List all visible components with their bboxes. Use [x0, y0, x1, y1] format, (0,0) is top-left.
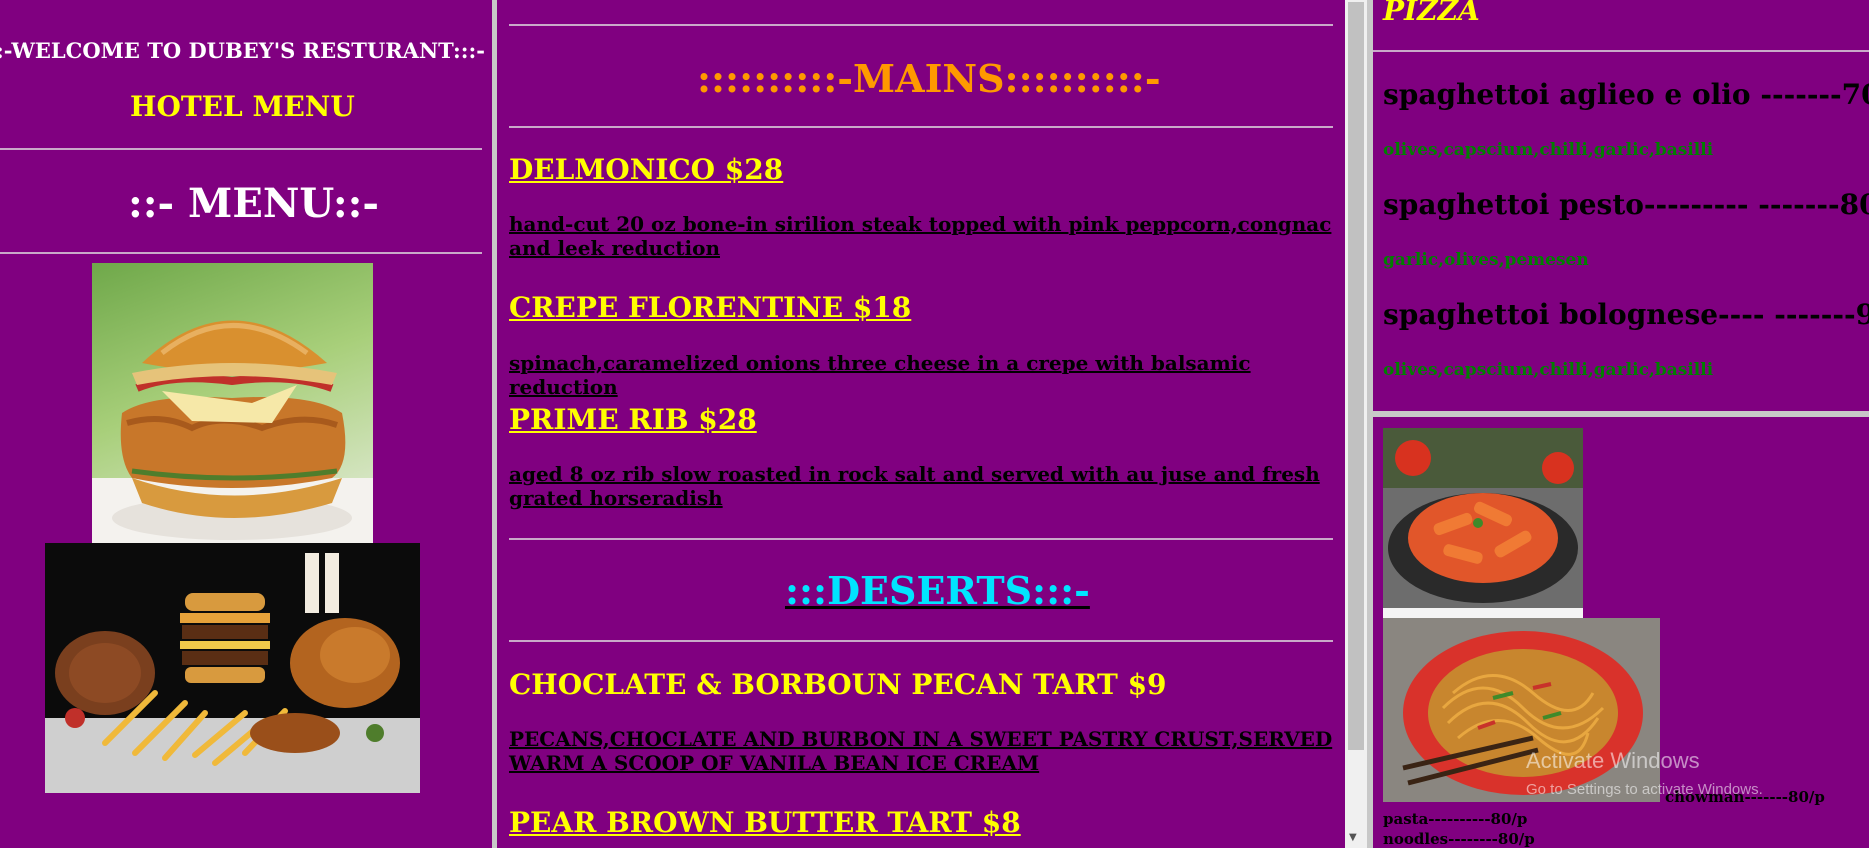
price-line: noodles--------80/p [1383, 830, 1535, 848]
menu-heading: ::- MENU::- [128, 180, 379, 227]
deserts-heading: :::DESERTS:::- [785, 568, 1090, 613]
chicken-burger-image [92, 263, 373, 543]
penne-pasta-illustration [1383, 428, 1583, 618]
noodles-image [1383, 618, 1660, 802]
activate-windows-hint: Go to Settings to activate Windows. [1526, 781, 1763, 798]
dish-title: PRIME RIB $28 [509, 403, 757, 436]
divider [509, 126, 1333, 128]
activate-windows-watermark: Activate Windows [1526, 748, 1700, 773]
pizza-heading: PIZZA [1383, 0, 1480, 27]
chicken-burger-illustration [92, 320, 373, 543]
divider [1373, 50, 1869, 52]
welcome-text: :-WELCOME TO DUBEY'S RESTURANT:::- [0, 38, 486, 63]
frame-divider[interactable] [1373, 411, 1869, 417]
pasta-ingredients: olives,capscium,chilli,garlic,basilli [1383, 360, 1714, 380]
hotel-menu-title: HOTEL MENU [130, 90, 355, 123]
divider [0, 148, 482, 150]
penne-pasta-image [1383, 428, 1583, 618]
food-platter-image [45, 543, 420, 793]
scrollbar-thumb[interactable] [1348, 2, 1364, 750]
pasta-ingredients: garlic,olives,pemesen [1383, 250, 1589, 270]
mains-heading: ::::::::::-MAINS::::::::::- [697, 56, 1161, 101]
dish-title: DELMONICO $28 [509, 153, 784, 186]
noodles-illustration [1402, 631, 1643, 795]
dessert-title: CHOCLATE & BORBOUN PECAN TART $9 [509, 668, 1167, 701]
dessert-description: PECANS,CHOCLATE AND BURBON IN A SWEET PA… [509, 727, 1333, 775]
dessert-title: PEAR BROWN BUTTER TART $8 [509, 806, 1021, 839]
pasta-item: spaghettoi aglieo e olio -------70 [1383, 78, 1869, 111]
left-frame: :-WELCOME TO DUBEY'S RESTURANT:::- HOTEL… [0, 0, 492, 848]
dish-description: spinach,caramelized onions three cheese … [509, 351, 1251, 399]
dish-title: CREPE FLORENTINE $18 [509, 291, 912, 324]
divider [0, 252, 482, 254]
pasta-ingredients: olives,capscium,chilli,garlic,basilli [1383, 140, 1714, 160]
pasta-item: spaghettoi pesto--------- -------80 [1383, 188, 1869, 221]
divider [509, 538, 1333, 540]
dish-description: aged 8 oz rib slow roasted in rock salt … [509, 462, 1320, 510]
food-platter-illustration [45, 553, 420, 793]
divider [509, 640, 1333, 642]
price-line: pasta----------80/p [1383, 810, 1528, 828]
right-frame: PIZZA spaghettoi aglieo e olio -------70… [1373, 0, 1869, 848]
divider [509, 24, 1333, 26]
middle-frame: ::::::::::-MAINS::::::::::- DELMONICO $2… [497, 0, 1373, 848]
dish-description: hand-cut 20 oz bone-in sirilion steak to… [509, 212, 1332, 260]
pasta-item: spaghettoi bolognese---- -------90 [1383, 298, 1869, 331]
scroll-down-arrow-icon[interactable]: ▼ [1349, 832, 1357, 843]
